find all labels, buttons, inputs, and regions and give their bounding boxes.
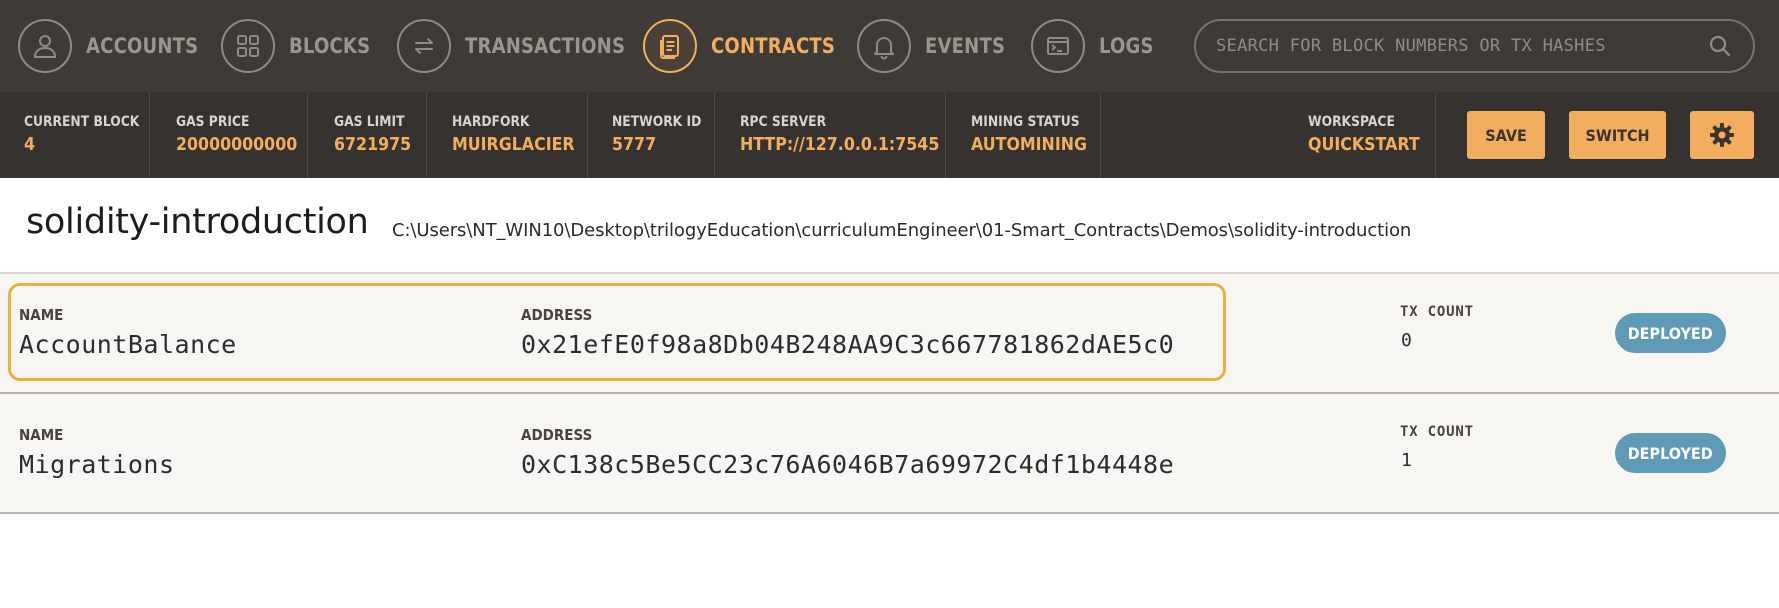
- status-badge: DEPLOYED: [1615, 313, 1726, 353]
- search-input[interactable]: [1216, 36, 1707, 56]
- nav-logs-label: LOGS: [1099, 34, 1154, 58]
- nav-transactions[interactable]: TRANSACTIONS: [397, 19, 651, 73]
- tx-count-value: 1: [1401, 450, 1412, 471]
- gas-limit-label: GAS LIMIT: [334, 114, 405, 130]
- contract-row[interactable]: NAME AccountBalance ADDRESS 0x21efE0f98a…: [0, 274, 1779, 394]
- gas-limit-stat: GAS LIMIT 6721975: [308, 92, 427, 178]
- contract-name: AccountBalance: [19, 330, 237, 359]
- rpc-server-stat: RPC SERVER HTTP://127.0.0.1:7545: [715, 92, 946, 178]
- status-bar: CURRENT BLOCK 4 GAS PRICE 20000000000 GA…: [0, 92, 1779, 178]
- hardfork-value: MUIRGLACIER: [452, 134, 575, 155]
- network-id-value: 5777: [612, 134, 657, 155]
- nav-blocks-label: BLOCKS: [289, 34, 371, 58]
- contract-name: Migrations: [19, 450, 175, 479]
- tx-count-label: TX COUNT: [1400, 424, 1474, 440]
- top-navigation: ACCOUNTS BLOCKS TRANSACTIONS CONTRACTS E…: [0, 0, 1779, 92]
- nav-accounts[interactable]: ACCOUNTS: [18, 19, 217, 73]
- bell-icon: [857, 19, 911, 73]
- person-icon: [18, 19, 72, 73]
- hardfork-label: HARDFORK: [452, 114, 530, 130]
- switch-button-label: SWITCH: [1585, 125, 1650, 145]
- settings-button[interactable]: [1690, 111, 1754, 159]
- search-icon[interactable]: [1707, 33, 1733, 59]
- grid-icon: [221, 19, 275, 73]
- network-id-stat: NETWORK ID 5777: [588, 92, 715, 178]
- nav-events-label: EVENTS: [925, 34, 1006, 58]
- tx-count-value: 0: [1401, 330, 1412, 351]
- gas-price-label: GAS PRICE: [176, 114, 250, 130]
- document-icon: [643, 19, 697, 73]
- nav-contracts[interactable]: CONTRACTS: [643, 19, 855, 73]
- nav-contracts-label: CONTRACTS: [711, 34, 836, 58]
- gear-icon: [1710, 123, 1734, 147]
- swap-arrows-icon: [397, 19, 451, 73]
- save-button[interactable]: SAVE: [1467, 111, 1545, 159]
- gas-price-stat: GAS PRICE 20000000000: [150, 92, 308, 178]
- project-path: C:\Users\NT_WIN10\Desktop\trilogyEducati…: [392, 220, 1412, 241]
- contract-address: 0x21efE0f98a8Db04B248AA9C3c667781862dAE5…: [521, 330, 1175, 359]
- contract-address-label: ADDRESS: [521, 306, 593, 324]
- tx-count-label: TX COUNT: [1400, 304, 1474, 320]
- gas-price-value: 20000000000: [176, 134, 298, 155]
- save-button-label: SAVE: [1485, 125, 1527, 145]
- nav-transactions-label: TRANSACTIONS: [465, 34, 626, 58]
- mining-status-label: MINING STATUS: [971, 114, 1080, 130]
- mining-status-stat: MINING STATUS AUTOMINING: [946, 92, 1101, 178]
- contract-address: 0xC138c5Be5CC23c76A6046B7a69972C4df1b444…: [521, 450, 1175, 479]
- nav-events[interactable]: EVENTS: [857, 19, 1018, 73]
- contract-row[interactable]: NAME Migrations ADDRESS 0xC138c5Be5CC23c…: [0, 394, 1779, 514]
- terminal-icon: [1031, 19, 1085, 73]
- mining-status-value: AUTOMINING: [971, 134, 1087, 155]
- rpc-server-value: HTTP://127.0.0.1:7545: [740, 134, 940, 155]
- gas-limit-value: 6721975: [334, 134, 412, 155]
- nav-logs[interactable]: LOGS: [1031, 19, 1163, 73]
- workspace-label: WORKSPACE: [1308, 114, 1395, 130]
- workspace-stat: WORKSPACE QUICKSTART: [1101, 92, 1436, 178]
- hardfork-stat: HARDFORK MUIRGLACIER: [427, 92, 588, 178]
- search-box: [1194, 19, 1755, 73]
- nav-accounts-label: ACCOUNTS: [86, 34, 199, 58]
- nav-blocks[interactable]: BLOCKS: [221, 19, 384, 73]
- status-badge: DEPLOYED: [1615, 433, 1726, 473]
- network-id-label: NETWORK ID: [612, 114, 702, 130]
- current-block-label: CURRENT BLOCK: [24, 114, 140, 130]
- workspace-value: QUICKSTART: [1308, 134, 1420, 155]
- status-badge-label: DEPLOYED: [1628, 443, 1713, 463]
- rpc-server-label: RPC SERVER: [740, 114, 827, 130]
- project-header: solidity-introduction C:\Users\NT_WIN10\…: [0, 178, 1779, 274]
- contract-address-label: ADDRESS: [521, 426, 593, 444]
- switch-button[interactable]: SWITCH: [1569, 111, 1666, 159]
- current-block-stat: CURRENT BLOCK 4: [0, 92, 150, 178]
- project-title: solidity-introduction: [26, 202, 369, 242]
- status-badge-label: DEPLOYED: [1628, 323, 1713, 343]
- contract-name-label: NAME: [19, 306, 64, 324]
- current-block-value: 4: [24, 134, 36, 155]
- contract-name-label: NAME: [19, 426, 64, 444]
